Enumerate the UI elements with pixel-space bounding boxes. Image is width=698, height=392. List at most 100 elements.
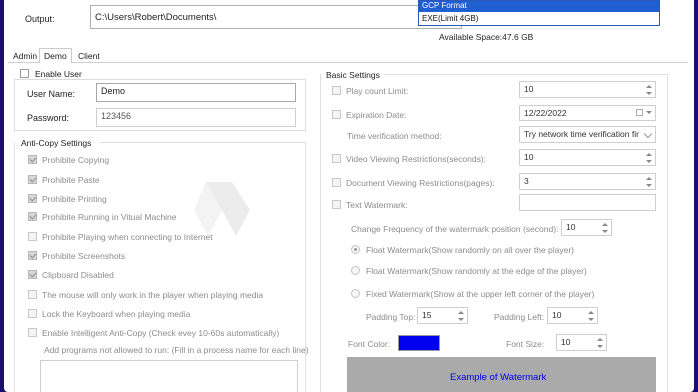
format-option-gcp[interactable]: GCP Format <box>419 1 659 12</box>
mouse-lock-checkbox[interactable] <box>28 290 37 299</box>
keyboard-lock-checkbox[interactable] <box>28 309 37 318</box>
padding-top-value: 15 <box>422 310 432 320</box>
play-count-spinner-icon[interactable] <box>645 83 653 97</box>
watermark-example-text: Example of Watermark <box>450 372 547 383</box>
play-count-value: 10 <box>524 84 534 94</box>
frequency-label: Change Frequency of the watermark positi… <box>351 224 559 234</box>
prohibit-paste-label: Prohibite Paste <box>42 175 100 185</box>
settings-window: Output: C:\Users\Robert\Documents\ GCP F… <box>4 0 694 392</box>
prohibit-paste-checkbox[interactable] <box>28 175 37 184</box>
padding-left-value: 10 <box>552 310 562 320</box>
text-watermark-input[interactable] <box>519 194 656 211</box>
font-size-label: Font Size: <box>506 339 545 349</box>
font-color-swatch[interactable] <box>398 335 440 351</box>
background-logo-icon <box>194 182 250 236</box>
date-dropdown-icon[interactable] <box>646 111 652 114</box>
video-restrict-value: 10 <box>524 152 534 162</box>
prohibit-screenshots-label: Prohibite Screenshots <box>42 251 126 261</box>
clipboard-disabled-label: Clipboard Disabled <box>42 270 114 280</box>
intelligent-anticopy-checkbox[interactable] <box>28 328 37 337</box>
fixed-watermark-label: Fixed Watermark(Show at the upper left c… <box>366 289 595 299</box>
basic-left-border <box>320 74 321 392</box>
video-restrict-input[interactable]: 10 <box>519 149 656 166</box>
expiration-label: Expiration Date: <box>346 110 407 120</box>
output-path-field[interactable]: C:\Users\Robert\Documents\ <box>90 5 462 29</box>
anticopy-title: Anti-Copy Settings <box>21 138 92 148</box>
user-name-label: User Name: <box>27 89 76 99</box>
prohibit-screenshots-checkbox[interactable] <box>28 251 37 260</box>
calendar-icon[interactable] <box>636 109 643 116</box>
padding-top-label: Padding Top: <box>366 312 416 322</box>
padding-top-spinner-icon[interactable] <box>457 309 465 323</box>
frequency-input[interactable]: 10 <box>561 219 612 236</box>
mouse-lock-label: The mouse will only work in the player w… <box>42 290 264 300</box>
tab-client[interactable]: Client <box>73 48 105 63</box>
float-all-label: Float Watermark(Show randomly on all ove… <box>366 245 575 255</box>
watermark-preview: Example of Watermark <box>347 357 656 392</box>
keyboard-lock-label: Lock the Keyboard when playing media <box>42 309 191 319</box>
video-restrict-checkbox[interactable] <box>332 154 341 163</box>
font-size-input[interactable]: 10 <box>556 334 607 351</box>
time-method-select[interactable]: Try network time verification fir <box>519 126 656 143</box>
prohibit-printing-checkbox[interactable] <box>28 194 37 203</box>
time-method-value: Try network time verification fir <box>524 129 639 139</box>
user-name-input[interactable]: Demo <box>96 83 296 102</box>
enable-user-label: Enable User <box>35 69 82 79</box>
font-color-label: Font Color: <box>348 339 391 349</box>
prohibit-copying-checkbox[interactable] <box>28 155 37 164</box>
output-label: Output: <box>25 14 55 24</box>
video-restrict-spinner-icon[interactable] <box>645 151 653 165</box>
tab-admin[interactable]: Admin <box>8 48 42 63</box>
intelligent-anticopy-label: Enable Intelligent Anti-Copy (Check evey… <box>42 328 280 338</box>
format-dropdown-list[interactable]: GCP Format EXE(Limit 4GB) <box>418 0 660 26</box>
prohibit-internet-label: Prohibite Playing when connecting to Int… <box>42 232 213 242</box>
password-label: Password: <box>27 113 70 123</box>
expiration-date-value: 12/22/2022 <box>524 108 567 118</box>
doc-restrict-label: Document Viewing Restrictions(pages): <box>346 178 495 188</box>
padding-left-spinner-icon[interactable] <box>587 309 595 323</box>
play-count-input[interactable]: 10 <box>519 81 656 98</box>
float-edge-label: Float Watermark(Show randomly at the edg… <box>366 266 587 276</box>
font-size-spinner-icon[interactable] <box>596 336 604 350</box>
prohibit-vm-checkbox[interactable] <box>28 212 37 221</box>
frequency-value: 10 <box>566 222 576 232</box>
doc-restrict-value: 3 <box>524 176 529 186</box>
play-count-checkbox[interactable] <box>332 86 341 95</box>
font-size-value: 10 <box>561 337 571 347</box>
text-watermark-label: Text Watermark: <box>346 200 408 210</box>
float-edge-radio[interactable] <box>351 266 360 275</box>
prohibit-internet-checkbox[interactable] <box>28 232 37 241</box>
time-method-chevron-down-icon <box>643 129 653 139</box>
doc-restrict-checkbox[interactable] <box>332 178 341 187</box>
frequency-spinner-icon[interactable] <box>601 221 609 235</box>
password-input[interactable]: 123456 <box>96 108 296 127</box>
basic-settings-title: Basic Settings <box>326 70 380 80</box>
anticopy-left-border <box>14 142 15 392</box>
programs-note: Add programs not allowed to run: (Fill i… <box>44 345 309 355</box>
format-option-exe[interactable]: EXE(Limit 4GB) <box>419 13 659 25</box>
basic-right-border <box>667 74 668 392</box>
fixed-watermark-radio[interactable] <box>351 289 360 298</box>
prohibit-printing-label: Prohibite Printing <box>42 194 107 204</box>
expiration-date-input[interactable]: 12/22/2022 <box>519 105 656 121</box>
anticopy-divider <box>99 142 306 143</box>
basic-settings-divider <box>384 74 667 75</box>
available-space-text: Available Space:47.6 GB <box>439 32 534 42</box>
doc-restrict-spinner-icon[interactable] <box>645 175 653 189</box>
enable-user-checkbox[interactable] <box>20 69 29 78</box>
prohibit-copying-label: Prohibite Copying <box>42 155 110 165</box>
doc-restrict-input[interactable]: 3 <box>519 173 656 190</box>
time-method-label: Time verification method: <box>347 131 442 141</box>
text-watermark-checkbox[interactable] <box>332 200 341 209</box>
padding-top-input[interactable]: 15 <box>417 307 468 324</box>
padding-left-label: Padding Left: <box>494 312 545 322</box>
tab-demo[interactable]: Demo <box>39 48 72 63</box>
video-restrict-label: Video Viewing Restrictions(seconds): <box>346 154 487 164</box>
play-count-label: Play count Limit: <box>346 86 409 96</box>
prohibit-vm-label: Prohibite Running in Vitual Machine <box>42 212 177 222</box>
blocked-programs-textarea[interactable] <box>40 360 298 392</box>
expiration-checkbox[interactable] <box>332 110 341 119</box>
padding-left-input[interactable]: 10 <box>547 307 598 324</box>
float-all-radio[interactable] <box>351 245 360 254</box>
clipboard-disabled-checkbox[interactable] <box>28 270 37 279</box>
